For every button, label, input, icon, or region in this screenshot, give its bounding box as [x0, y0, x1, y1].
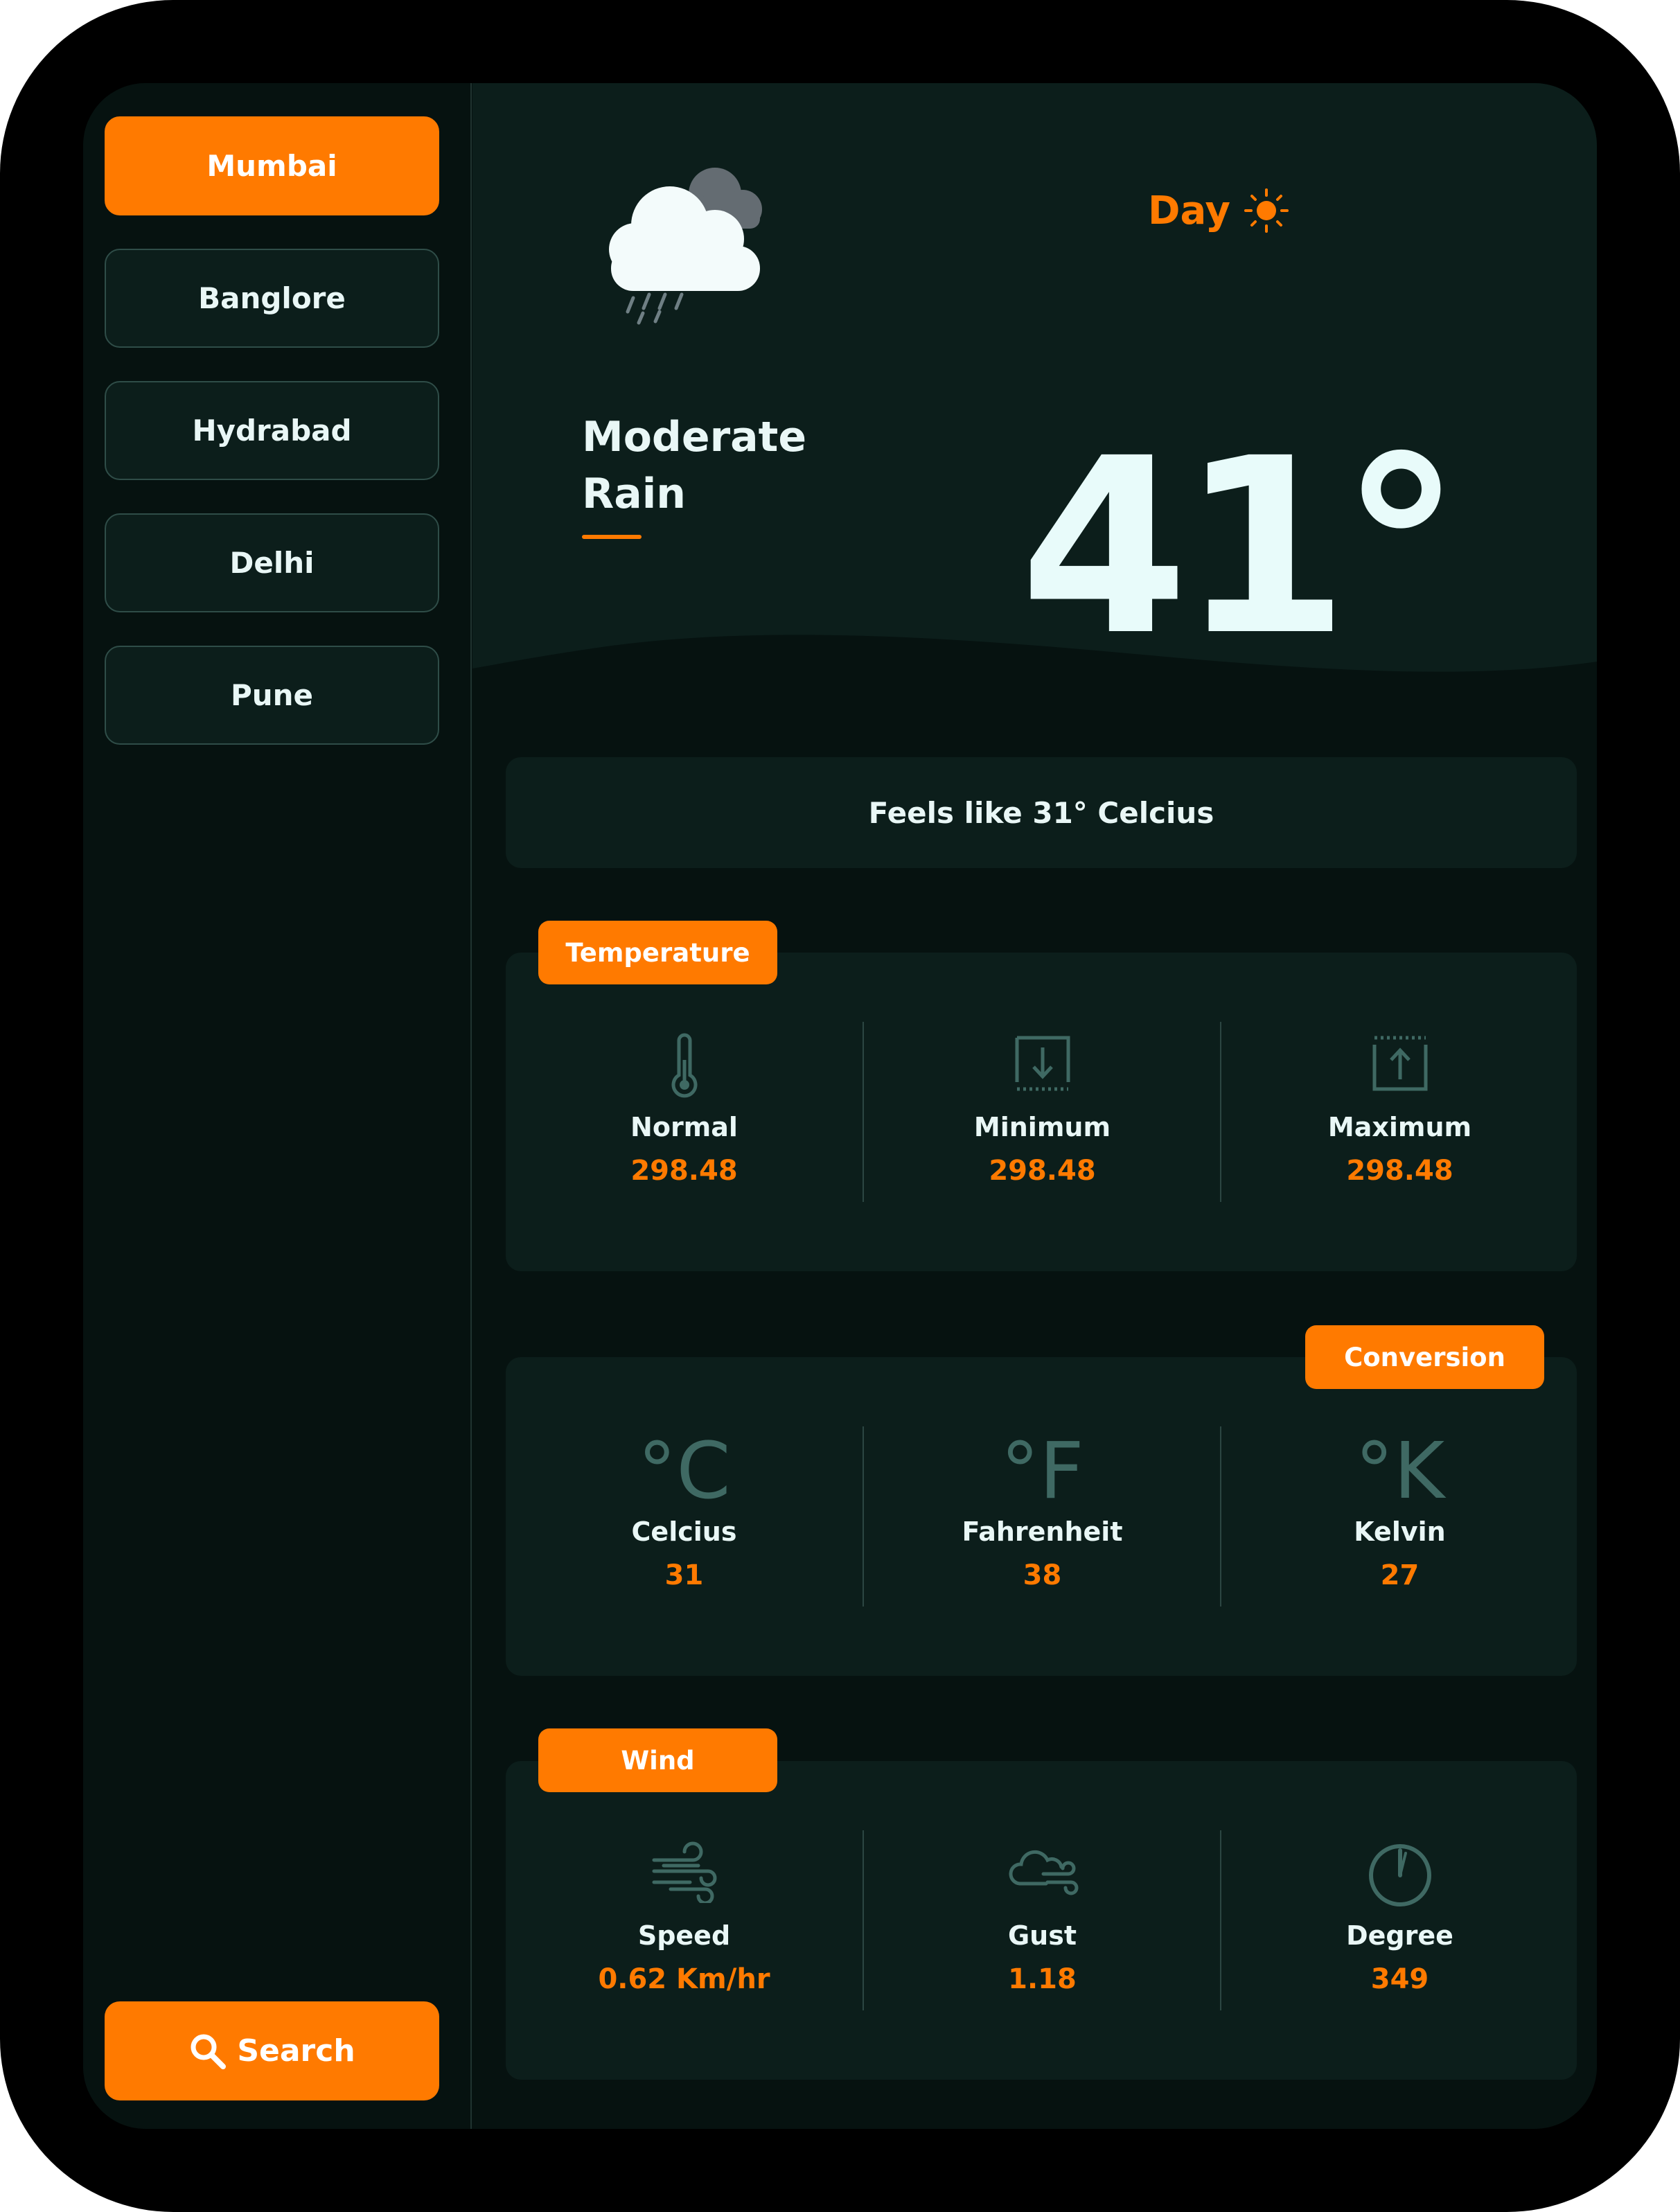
feels-like-text: Feels like 31° Celcius	[868, 795, 1214, 830]
fahrenheit-icon: °F	[1000, 1426, 1084, 1516]
conversion-kelvin: °K Kelvin 27	[1221, 1357, 1578, 1676]
current-temperature: 41°	[1020, 406, 1462, 689]
conversion-fahrenheit: °F Fahrenheit 38	[864, 1357, 1221, 1676]
city-button-mumbai[interactable]: Mumbai	[105, 116, 439, 215]
weather-condition: Moderate Rain	[582, 409, 831, 522]
gust-icon	[1008, 1850, 1078, 1895]
sun-icon	[1244, 188, 1289, 233]
condition-underline	[582, 535, 642, 539]
wind-icon	[652, 1841, 716, 1903]
wind-speed: Speed 0.62 Km/hr	[506, 1761, 863, 2080]
conversion-kelvin-value: 27	[1380, 1559, 1420, 1591]
temperature-tab[interactable]: Temperature	[538, 921, 777, 984]
wind-speed-value: 0.62 Km/hr	[598, 1963, 770, 1995]
temperature-normal-value: 298.48	[630, 1155, 738, 1187]
wind-degree-label: Degree	[1346, 1920, 1453, 1951]
city-button-banglore[interactable]: Banglore	[105, 249, 439, 348]
conversion-celcius-label: Celcius	[631, 1516, 737, 1547]
conversion-tab[interactable]: Conversion	[1305, 1325, 1544, 1389]
celcius-icon: °C	[637, 1426, 731, 1516]
weather-main: Day Moderate Rain 41° Feels like 31° Cel…	[472, 83, 1597, 2129]
gauge-icon	[1368, 1844, 1431, 1906]
conversion-panel: °C Celcius 31 °F Fahrenheit 38 °K Kelvin…	[506, 1357, 1577, 1676]
conversion-fahrenheit-value: 38	[1023, 1559, 1062, 1591]
app-screen: Mumbai Banglore Hydrabad Delhi Pune Sear…	[83, 83, 1597, 2129]
wind-degree: Degree 349	[1221, 1761, 1578, 2080]
temperature-minimum-value: 298.48	[989, 1155, 1096, 1187]
wind-panel: Speed 0.62 Km/hr Gust 1.18 Degree 349	[506, 1761, 1577, 2080]
cloud-rain-icon	[609, 168, 762, 325]
wind-degree-value: 349	[1370, 1963, 1429, 1995]
kelvin-icon: °K	[1354, 1426, 1445, 1516]
temperature-normal-label: Normal	[630, 1112, 738, 1142]
day-label: Day	[1148, 188, 1231, 233]
conversion-kelvin-label: Kelvin	[1354, 1516, 1446, 1547]
wind-gust: Gust 1.18	[864, 1761, 1221, 2080]
conversion-celcius: °C Celcius 31	[506, 1357, 863, 1676]
conversion-fahrenheit-label: Fahrenheit	[962, 1516, 1123, 1547]
condition-line-2: Rain	[582, 470, 686, 518]
wind-gust-value: 1.18	[1008, 1963, 1077, 1995]
temperature-maximum-label: Maximum	[1327, 1112, 1472, 1142]
min-arrow-icon	[1015, 1036, 1070, 1091]
wind-speed-label: Speed	[637, 1920, 731, 1951]
temperature-maximum-value: 298.48	[1346, 1155, 1453, 1187]
city-button-pune[interactable]: Pune	[105, 646, 439, 745]
search-button[interactable]: Search	[105, 2001, 439, 2100]
temperature-panel: Normal 298.48 Minimum 298.48 Maximum 298…	[506, 953, 1577, 1271]
max-arrow-icon	[1372, 1036, 1427, 1091]
temperature-normal: Normal 298.48	[506, 953, 863, 1271]
search-icon	[191, 2034, 227, 2069]
temperature-minimum: Minimum 298.48	[864, 953, 1221, 1271]
wind-gust-label: Gust	[1007, 1920, 1077, 1951]
city-sidebar: Mumbai Banglore Hydrabad Delhi Pune Sear…	[83, 83, 472, 2129]
temperature-maximum: Maximum 298.48	[1221, 953, 1578, 1271]
city-button-hydrabad[interactable]: Hydrabad	[105, 381, 439, 480]
condition-line-1: Moderate	[582, 413, 807, 461]
search-label: Search	[237, 2033, 355, 2069]
temperature-minimum-label: Minimum	[973, 1112, 1111, 1142]
thermometer-icon	[671, 1033, 697, 1098]
device-frame: Mumbai Banglore Hydrabad Delhi Pune Sear…	[0, 0, 1680, 2212]
city-button-delhi[interactable]: Delhi	[105, 513, 439, 612]
feels-like-card: Feels like 31° Celcius	[506, 757, 1577, 868]
wind-tab[interactable]: Wind	[538, 1728, 777, 1792]
conversion-celcius-value: 31	[664, 1559, 704, 1591]
day-indicator: Day	[1148, 187, 1290, 234]
weather-hero: Day Moderate Rain 41°	[472, 83, 1597, 686]
